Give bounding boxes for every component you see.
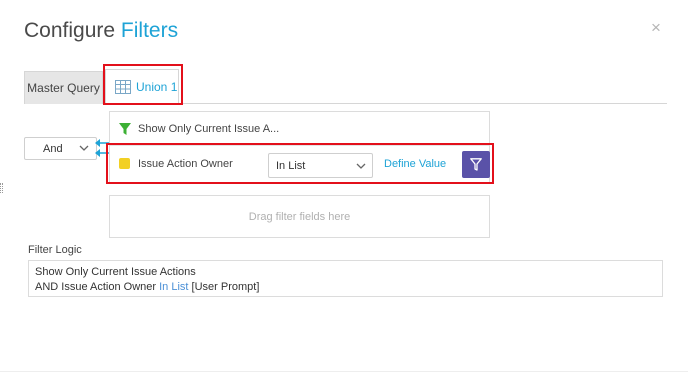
filter-logic-line-1: Show Only Current Issue Actions xyxy=(35,266,196,278)
filter-logic-label: Filter Logic xyxy=(28,244,82,256)
filter-label-issue-action-owner: Issue Action Owner xyxy=(138,158,233,170)
logic-operator-value: And xyxy=(43,143,63,155)
close-icon[interactable]: × xyxy=(651,19,661,36)
funnel-icon xyxy=(119,123,131,135)
chevron-down-icon xyxy=(79,145,89,151)
title-prefix: Configure xyxy=(24,19,116,42)
define-value-link[interactable]: Define Value xyxy=(384,158,446,170)
filter-logic-box[interactable]: Show Only Current Issue Actions AND Issu… xyxy=(28,260,663,297)
filter-operator-select[interactable]: In List xyxy=(268,153,373,178)
filter-dropzone[interactable]: Drag filter fields here xyxy=(109,195,490,238)
chevron-down-icon xyxy=(356,163,366,169)
tab-union-1[interactable]: Union 1 xyxy=(105,69,179,105)
configure-filters-dialog: Configure Filters × Master Query Union 1… xyxy=(0,0,688,382)
query-tabbar: Master Query Union 1 xyxy=(24,69,667,105)
filter-label-current-issue: Show Only Current Issue A... xyxy=(138,123,280,135)
connector-arrows-icon xyxy=(95,139,109,157)
resize-grip[interactable] xyxy=(0,183,3,193)
filter-logic-line-2: AND Issue Action Owner In List [User Pro… xyxy=(35,281,259,293)
tab-union-1-label: Union 1 xyxy=(136,80,178,94)
filter-operator-value: In List xyxy=(276,160,306,172)
filter-icon xyxy=(470,158,482,171)
filter-settings-button[interactable] xyxy=(462,151,490,178)
filter-logic-line-2-suffix: [User Prompt] xyxy=(188,281,260,293)
dropzone-placeholder: Drag filter fields here xyxy=(248,210,351,223)
dialog-title: Configure Filters xyxy=(24,19,178,43)
bottom-divider xyxy=(0,371,688,372)
filter-logic-operator: In List xyxy=(159,281,189,293)
filter-row-current-issue[interactable]: Show Only Current Issue A... xyxy=(110,112,489,146)
yellow-square-icon xyxy=(119,158,130,169)
filter-logic-line-2-prefix: AND Issue Action Owner xyxy=(35,281,160,293)
logic-operator-select[interactable]: And xyxy=(24,137,97,160)
tab-master-query-label: Master Query xyxy=(27,81,100,95)
title-accent: Filters xyxy=(120,19,179,42)
tab-master-query[interactable]: Master Query xyxy=(24,71,103,104)
table-grid-icon xyxy=(115,80,131,94)
